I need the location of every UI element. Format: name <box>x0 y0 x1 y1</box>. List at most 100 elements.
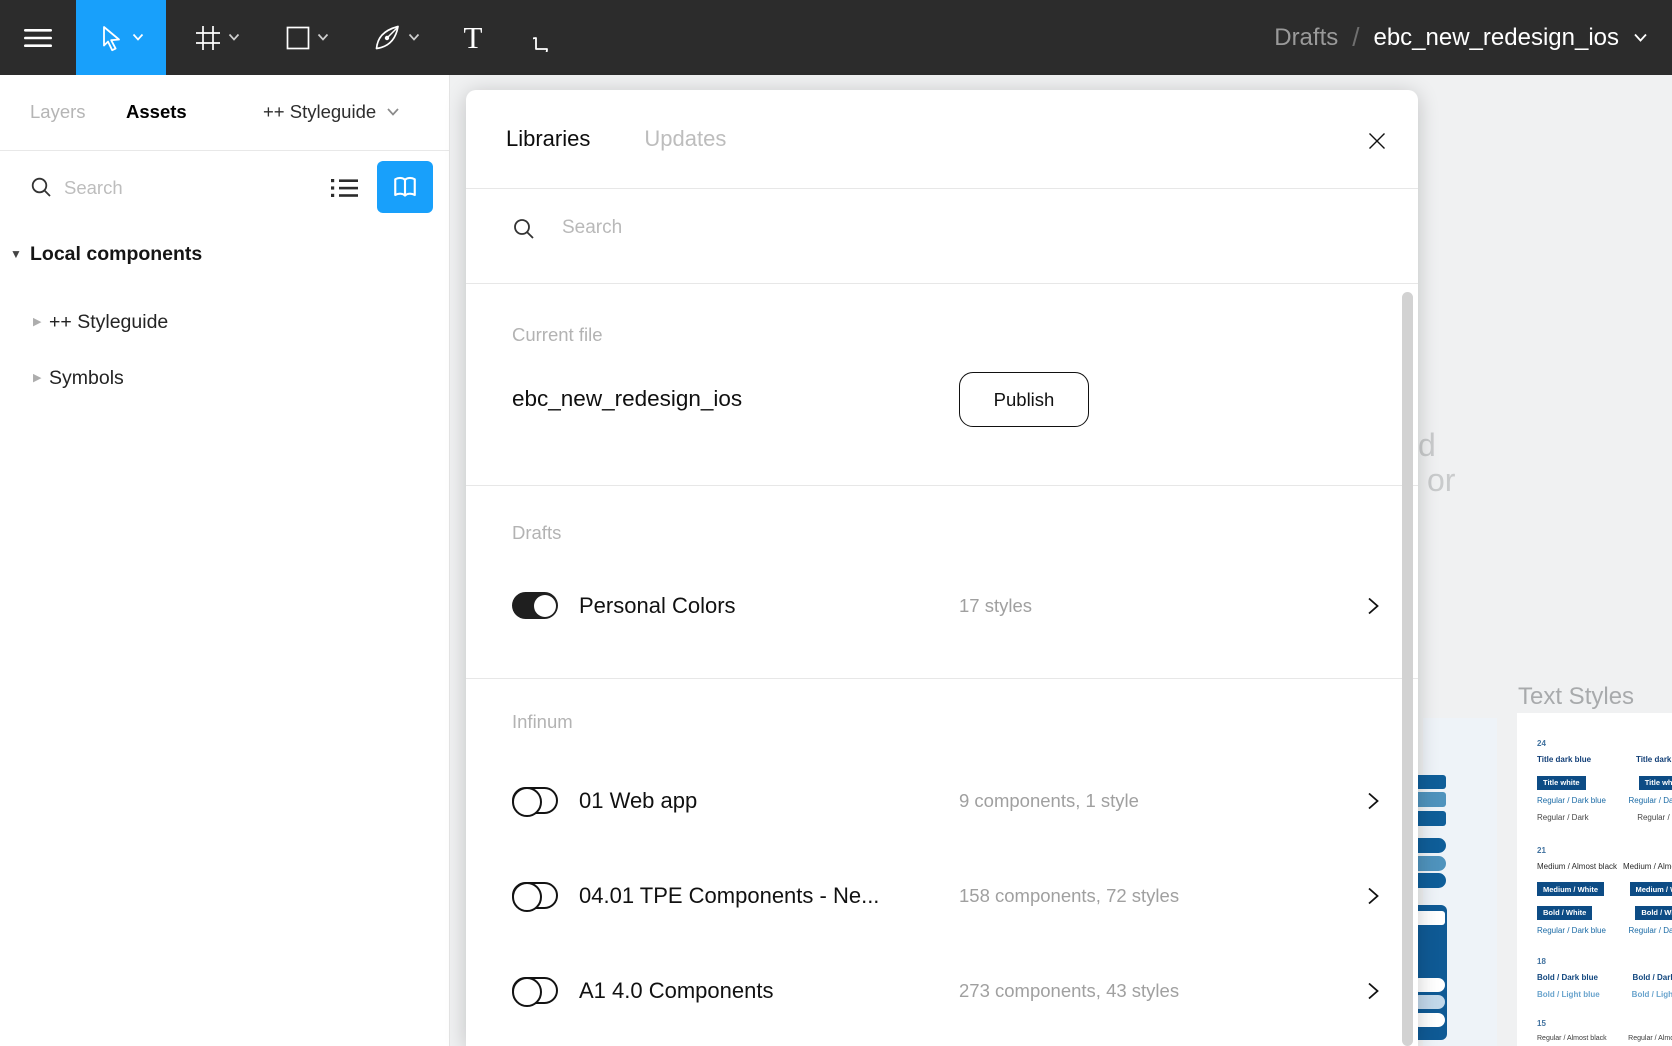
rectangle-icon <box>286 26 310 50</box>
style-size-label: 18 <box>1537 957 1621 966</box>
frame-icon <box>195 25 221 51</box>
left-sidebar: Layers Assets ++ Styleguide ▼ Local comp… <box>0 75 450 1046</box>
rectangle-tool-button[interactable] <box>268 0 346 75</box>
section-title-drafts: Drafts <box>512 522 561 544</box>
library-meta: 9 components, 1 style <box>959 787 1139 814</box>
page-selector-label: ++ Styleguide <box>263 101 376 123</box>
libraries-search-input[interactable] <box>562 212 1262 244</box>
canvas-text-fragment: or <box>1427 462 1455 499</box>
style-row: Regular / Almost black <box>1621 1035 1672 1042</box>
chevron-down-icon <box>408 33 420 42</box>
library-row-a1-components[interactable]: A1 4.0 Components 273 components, 43 sty… <box>466 977 1418 1004</box>
library-name: 01 Web app <box>579 787 697 814</box>
library-meta: 158 components, 72 styles <box>959 882 1179 909</box>
tab-assets[interactable]: Assets <box>126 101 187 123</box>
pen-icon <box>374 24 401 51</box>
style-row: Regular / Dark blue <box>1621 796 1672 805</box>
canvas-text-fragment: d <box>1418 427 1436 464</box>
chevron-right-icon[interactable] <box>1366 791 1380 814</box>
toolbar: T Drafts / ebc_new_redesign_ios <box>0 0 1672 75</box>
breadcrumb-location[interactable]: Drafts <box>1274 24 1338 52</box>
style-row: Regular / Dark <box>1537 813 1621 822</box>
divider <box>466 188 1418 189</box>
chevron-down-icon <box>132 33 144 42</box>
caret-collapsed-icon[interactable]: ▶ <box>33 371 41 384</box>
library-row-web-app[interactable]: 01 Web app 9 components, 1 style <box>466 787 1418 814</box>
chevron-right-icon[interactable] <box>1366 981 1380 1004</box>
style-chip: Title white <box>1639 776 1672 790</box>
search-icon <box>30 176 53 199</box>
local-components-header[interactable]: Local components <box>30 243 202 266</box>
style-size-label: 24 <box>1537 739 1621 748</box>
close-button[interactable] <box>1362 126 1392 156</box>
figma-app-window: d or Text Styles 24 Title dark blue Titl… <box>0 0 1672 1046</box>
divider <box>466 283 1418 284</box>
style-chip: Bold / White <box>1635 906 1672 920</box>
caret-expanded-icon[interactable]: ▼ <box>10 247 22 261</box>
text-styles-frame-title: Text Styles <box>1518 683 1634 711</box>
style-row: Bold / Dark blue <box>1537 973 1621 982</box>
modal-scrollbar[interactable] <box>1402 292 1413 1046</box>
modal-tabs: Libraries Updates <box>506 90 726 188</box>
style-size-label: 21 <box>1537 846 1621 855</box>
assets-search-input[interactable] <box>64 173 294 203</box>
tab-layers[interactable]: Layers <box>30 101 86 123</box>
sidebar-item-symbols[interactable]: Symbols <box>49 367 124 390</box>
library-toggle[interactable] <box>512 592 558 619</box>
divider <box>0 150 449 151</box>
library-row-tpe-components[interactable]: 04.01 TPE Components - Ne... 158 compone… <box>466 882 1418 909</box>
chevron-down-icon <box>386 107 400 117</box>
move-tool-button[interactable] <box>76 0 166 75</box>
style-row: Title dark blue <box>1537 755 1621 764</box>
chevron-down-icon <box>228 33 240 42</box>
style-row: Regular / Almost black <box>1537 1035 1621 1042</box>
style-row: Title dark blue <box>1621 755 1672 764</box>
chevron-right-icon[interactable] <box>1366 886 1380 909</box>
page-selector[interactable]: ++ Styleguide <box>263 101 400 123</box>
chevron-down-icon[interactable] <box>1633 32 1648 43</box>
style-row: Regular / Dark blue <box>1537 926 1621 935</box>
style-row: Regular / Dark blue <box>1621 926 1672 935</box>
library-name: Personal Colors <box>579 592 736 619</box>
text-styles-artboard: 24 Title dark blue Title white Regular /… <box>1517 713 1672 1046</box>
comment-bubble-icon <box>533 24 561 52</box>
section-title-infinum: Infinum <box>512 711 573 733</box>
libraries-modal: Libraries Updates Current file ebc_new_r… <box>466 90 1418 1046</box>
style-row: Medium / Almost black <box>1621 862 1672 871</box>
library-toggle[interactable] <box>512 977 558 1004</box>
caret-collapsed-icon[interactable]: ▶ <box>33 315 41 328</box>
text-tool-button[interactable]: T <box>444 0 502 75</box>
tab-libraries[interactable]: Libraries <box>506 126 590 152</box>
libraries-button[interactable] <box>377 161 433 213</box>
pen-tool-button[interactable] <box>358 0 436 75</box>
style-row: Bold / Dark blue <box>1621 973 1672 982</box>
library-name: 04.01 TPE Components - Ne... <box>579 882 879 909</box>
style-row: Medium / Almost black <box>1537 862 1621 871</box>
main-menu-button[interactable] <box>0 0 76 75</box>
style-chip: Medium / White <box>1630 882 1672 896</box>
library-toggle[interactable] <box>512 882 558 909</box>
list-view-button[interactable] <box>326 173 364 203</box>
publish-button[interactable]: Publish <box>959 372 1089 427</box>
hamburger-menu-icon <box>23 26 53 50</box>
sidebar-item-styleguide[interactable]: ++ Styleguide <box>49 311 168 334</box>
style-size-label: 15 <box>1537 1019 1621 1028</box>
tab-updates[interactable]: Updates <box>644 126 726 152</box>
style-row: Bold / Light blue <box>1621 990 1672 999</box>
current-file-name: ebc_new_redesign_ios <box>512 386 742 412</box>
library-row-personal-colors[interactable]: Personal Colors 17 styles <box>466 592 1418 619</box>
move-cursor-icon <box>99 24 125 52</box>
style-row: Regular / Dark <box>1621 813 1672 822</box>
chevron-right-icon[interactable] <box>1366 596 1380 619</box>
breadcrumb-filename[interactable]: ebc_new_redesign_ios <box>1373 24 1619 52</box>
library-toggle[interactable] <box>512 787 558 814</box>
style-row: Bold / Light blue <box>1537 990 1621 999</box>
comment-tool-button[interactable] <box>518 0 576 75</box>
chevron-down-icon <box>317 33 329 42</box>
divider <box>466 678 1418 679</box>
breadcrumb: Drafts / ebc_new_redesign_ios <box>1274 0 1648 75</box>
text-tool-icon: T <box>464 20 483 56</box>
frame-tool-button[interactable] <box>178 0 256 75</box>
library-meta: 273 components, 43 styles <box>959 977 1179 1004</box>
text-styles-column: . Title dark blue Title white Regular / … <box>1621 739 1672 1046</box>
